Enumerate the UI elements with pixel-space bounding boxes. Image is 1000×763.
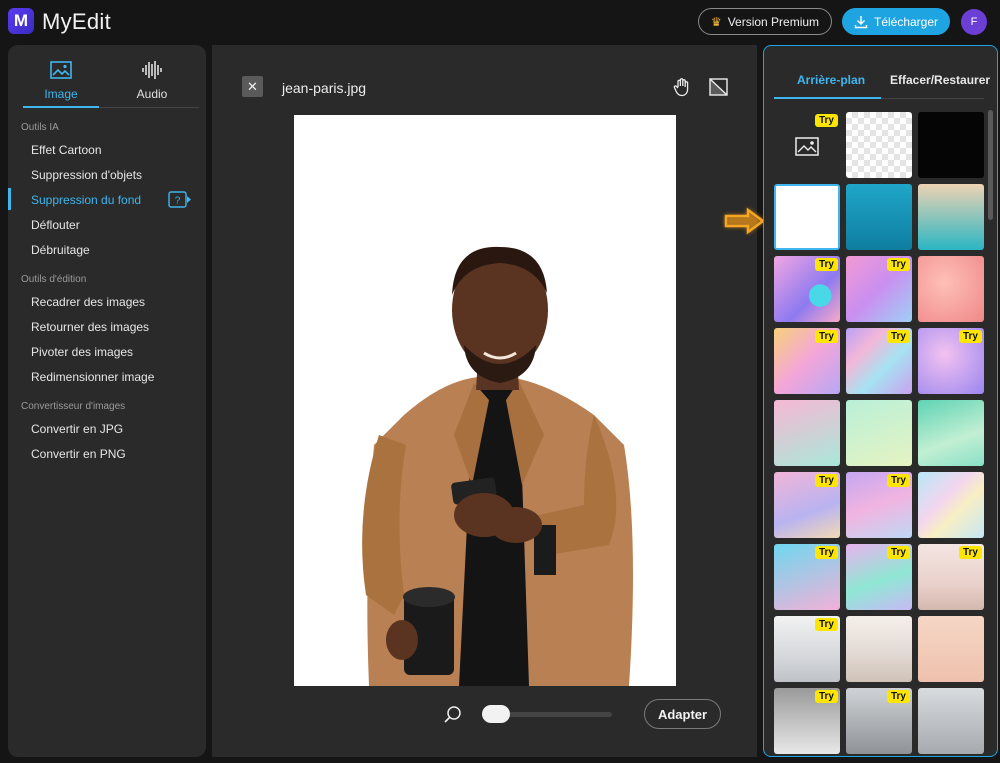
background-option-misty-forest[interactable]: Try bbox=[846, 688, 912, 754]
try-badge: Try bbox=[814, 114, 838, 127]
crown-icon: ♛ bbox=[710, 14, 722, 29]
left-sidebar: Image Audio Outils IA Effet Cartoon Supp… bbox=[8, 45, 206, 757]
sidebar-item-convert-jpg[interactable]: Convertir en JPG bbox=[31, 422, 123, 436]
zoom-slider-handle[interactable] bbox=[482, 705, 510, 723]
background-option-black[interactable] bbox=[918, 112, 984, 178]
section-title-converter: Convertisseur d'images bbox=[21, 401, 126, 412]
close-button[interactable]: ✕ bbox=[242, 76, 263, 97]
panel-scrollbar[interactable] bbox=[988, 110, 993, 220]
app-name[interactable]: MyEdit bbox=[42, 9, 111, 35]
audio-waveform-icon bbox=[142, 61, 162, 79]
try-badge: Try bbox=[814, 474, 838, 487]
background-option-aqua-pink-gradient[interactable]: Try bbox=[774, 544, 840, 610]
close-icon: ✕ bbox=[247, 78, 258, 94]
background-option-rainbow-stripes[interactable] bbox=[918, 472, 984, 538]
background-option-pink-beach[interactable]: Try bbox=[918, 544, 984, 610]
background-option-purple-glitter[interactable]: Try bbox=[918, 328, 984, 394]
svg-text:?: ? bbox=[175, 196, 181, 207]
background-option-lilac-gradient[interactable]: Try bbox=[846, 472, 912, 538]
try-badge: Try bbox=[886, 258, 910, 271]
arrow-pointer-icon bbox=[724, 207, 766, 235]
background-option-upload-image[interactable]: Try bbox=[774, 112, 840, 178]
try-badge: Try bbox=[886, 474, 910, 487]
active-tab-indicator bbox=[23, 106, 99, 108]
image-icon bbox=[50, 61, 72, 79]
tab-image-label: Image bbox=[44, 87, 78, 101]
hand-pan-icon[interactable] bbox=[672, 77, 692, 97]
tab-image[interactable]: Image bbox=[23, 59, 99, 109]
myedit-logo[interactable]: M bbox=[8, 8, 34, 34]
section-title-ai-tools: Outils IA bbox=[21, 122, 59, 133]
background-option-peach-tree[interactable] bbox=[918, 616, 984, 682]
background-option-pink-sparkle[interactable]: Try bbox=[846, 256, 912, 322]
background-option-lavender-gradient[interactable]: Try bbox=[774, 472, 840, 538]
try-badge: Try bbox=[814, 330, 838, 343]
sidebar-item-denoise[interactable]: Débruitage bbox=[31, 243, 90, 257]
try-badge: Try bbox=[958, 546, 982, 559]
tab-audio[interactable]: Audio bbox=[114, 59, 190, 109]
try-badge: Try bbox=[958, 330, 982, 343]
sidebar-item-object-removal[interactable]: Suppression d'objets bbox=[31, 168, 142, 182]
premium-button[interactable]: ♛ Version Premium bbox=[698, 8, 832, 35]
fit-button[interactable]: Adapter bbox=[644, 699, 721, 729]
background-option-mint-gradient[interactable] bbox=[846, 400, 912, 466]
person-cutout-image bbox=[362, 246, 633, 686]
panel-active-tab-indicator bbox=[774, 97, 881, 99]
background-option-teal-gradient[interactable] bbox=[846, 184, 912, 250]
try-badge: Try bbox=[814, 258, 838, 271]
background-option-pastel-bokeh[interactable]: Try bbox=[774, 328, 840, 394]
try-badge: Try bbox=[886, 330, 910, 343]
logo-letter: M bbox=[13, 11, 29, 30]
try-badge: Try bbox=[886, 690, 910, 703]
background-option-pink-bubbles[interactable]: Try bbox=[774, 256, 840, 322]
background-option-transparent[interactable] bbox=[846, 112, 912, 178]
background-option-holographic-swirl[interactable]: Try bbox=[846, 328, 912, 394]
try-badge: Try bbox=[886, 546, 910, 559]
sidebar-item-background-removal[interactable]: Suppression du fond bbox=[31, 193, 141, 207]
edited-photo[interactable] bbox=[294, 115, 676, 686]
active-item-indicator bbox=[8, 188, 11, 210]
sidebar-item-flip[interactable]: Retourner des images bbox=[31, 320, 149, 334]
background-option-holo-mint[interactable]: Try bbox=[846, 544, 912, 610]
sidebar-item-unblur[interactable]: Déflouter bbox=[31, 218, 80, 232]
download-button[interactable]: Télécharger bbox=[842, 8, 950, 35]
background-option-grey-fog[interactable]: Try bbox=[774, 688, 840, 754]
background-option-beige-teal-gradient[interactable] bbox=[918, 184, 984, 250]
background-option-white[interactable] bbox=[774, 184, 840, 250]
download-label: Télécharger bbox=[873, 14, 939, 29]
sidebar-item-rotate[interactable]: Pivoter des images bbox=[31, 345, 133, 359]
background-option-salmon-bokeh[interactable] bbox=[918, 256, 984, 322]
sidebar-item-convert-png[interactable]: Convertir en PNG bbox=[31, 447, 126, 461]
avatar[interactable]: F bbox=[961, 9, 987, 35]
sidebar-item-crop[interactable]: Recadrer des images bbox=[31, 295, 145, 309]
background-option-pink-mint-gradient[interactable] bbox=[774, 400, 840, 466]
try-badge: Try bbox=[814, 618, 838, 631]
try-badge: Try bbox=[814, 690, 838, 703]
background-option-grey-sea[interactable]: Try bbox=[774, 616, 840, 682]
background-panel: Arrière-plan Effacer/Restaurer Try Try Try… bbox=[763, 45, 998, 757]
premium-label: Version Premium bbox=[727, 14, 820, 29]
background-option-green-light-rays[interactable] bbox=[918, 400, 984, 466]
tab-background[interactable]: Arrière-plan bbox=[797, 73, 865, 87]
file-name: jean-paris.jpg bbox=[282, 80, 367, 96]
background-option-silver-gradient[interactable] bbox=[918, 688, 984, 754]
tab-erase-restore[interactable]: Effacer/Restaurer bbox=[890, 73, 990, 87]
video-help-icon[interactable]: ? bbox=[168, 191, 192, 208]
compare-icon[interactable] bbox=[708, 77, 730, 97]
editor-canvas: ✕ jean-paris.jpg Adapter bbox=[212, 45, 757, 757]
background-option-pale-sea[interactable] bbox=[846, 616, 912, 682]
sidebar-item-cartoon[interactable]: Effet Cartoon bbox=[31, 143, 102, 157]
zoom-icon bbox=[444, 706, 461, 723]
download-icon bbox=[854, 15, 868, 28]
top-bar: M MyEdit ♛ Version Premium Télécharger F bbox=[0, 0, 1000, 44]
section-title-editing-tools: Outils d'édition bbox=[21, 274, 87, 285]
tab-audio-label: Audio bbox=[136, 87, 168, 101]
sidebar-item-resize[interactable]: Redimensionner image bbox=[31, 370, 154, 384]
try-badge: Try bbox=[814, 546, 838, 559]
